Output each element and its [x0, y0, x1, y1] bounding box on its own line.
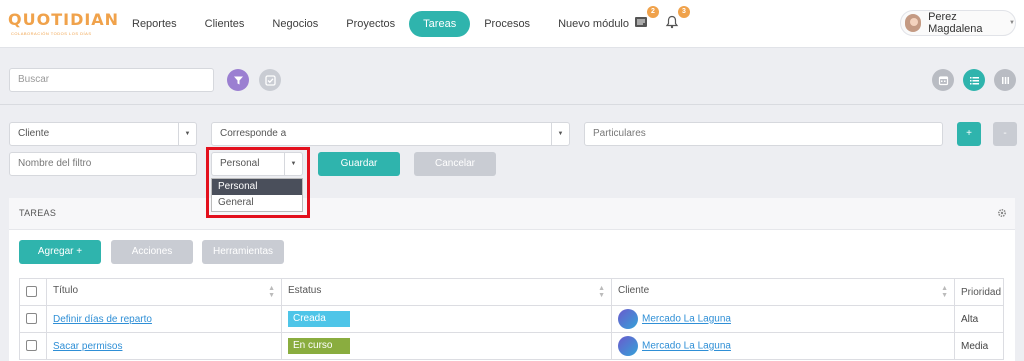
search-input[interactable]: Buscar	[9, 68, 214, 92]
tareas-table: Título ▲ ▼ Estatus ▲ ▼ Cliente ▲ ▼ Prioridad D…	[19, 278, 1004, 360]
row-checkbox[interactable]	[26, 340, 37, 352]
column-label: Título	[53, 285, 79, 296]
logo-tagline: COLABORACIÓN TODOS LOS DÍAS	[11, 31, 92, 36]
nav-procesos[interactable]: Procesos	[470, 11, 544, 37]
column-label: Estatus	[288, 285, 322, 296]
avatar	[905, 14, 922, 32]
task-link[interactable]: Sacar permisos	[53, 341, 122, 352]
chevron-down-icon: ▼	[551, 123, 569, 145]
messages-icon[interactable]: 2	[634, 6, 659, 31]
table-header-row: Título ▲ ▼ Estatus ▲ ▼ Cliente ▲ ▼ Prioridad	[19, 278, 1004, 306]
panel-title: TAREAS	[19, 208, 57, 218]
calendar-icon	[938, 75, 948, 85]
column-titulo[interactable]: Título ▲ ▼	[46, 278, 282, 306]
cliente-select[interactable]: Cliente ▼	[9, 122, 197, 146]
client-logo	[618, 336, 638, 356]
herramientas-button[interactable]: Herramientas	[202, 240, 284, 264]
row-checkbox[interactable]	[26, 313, 37, 325]
column-label: Cliente	[618, 285, 650, 296]
bell-icon[interactable]: 3	[665, 6, 690, 31]
nav-clientes[interactable]: Clientes	[191, 11, 259, 37]
logo[interactable]: QUOTIDIAN COLABORACIÓN TODOS LOS DÍAS	[8, 10, 118, 40]
main-nav: Reportes Clientes Negocios Proyectos Tar…	[118, 10, 643, 38]
corresponde-select[interactable]: Corresponde a ▼	[211, 122, 570, 146]
messages-badge: 2	[647, 6, 659, 18]
row-select-cell	[19, 305, 47, 333]
logo-text: QUOTIDIAN	[8, 10, 120, 29]
user-menu[interactable]: Perez Magdalena ▼	[900, 10, 1016, 36]
divider	[0, 104, 1024, 105]
list-view-button[interactable]	[963, 69, 985, 91]
client-link[interactable]: Mercado La Laguna	[642, 314, 731, 325]
agregar-button[interactable]: Agregar +	[19, 240, 101, 264]
client-logo	[618, 309, 638, 329]
cliente-cell: Mercado La Laguna	[611, 332, 955, 360]
status-badge: Creada	[288, 311, 350, 327]
acciones-button[interactable]: Acciones	[111, 240, 193, 264]
nav-reportes[interactable]: Reportes	[118, 11, 191, 37]
particulares-input[interactable]: Particulares	[584, 122, 943, 146]
checklist-button[interactable]	[259, 69, 281, 91]
cancelar-button[interactable]: Cancelar	[414, 152, 496, 176]
user-name: Perez Magdalena	[928, 11, 983, 35]
column-label: Prioridad	[961, 286, 1002, 298]
tareas-panel: TAREAS Agregar + Acciones Herramientas T…	[9, 198, 1015, 361]
gear-icon[interactable]	[997, 208, 1007, 221]
table-row: Sacar permisos En curso Mercado La Lagun…	[19, 332, 1004, 360]
sort-icon: ▲ ▼	[268, 285, 275, 299]
add-filter-button[interactable]: +	[957, 122, 981, 146]
client-link[interactable]: Mercado La Laguna	[642, 341, 731, 352]
columns-icon	[1001, 76, 1009, 84]
notifications-badge: 3	[678, 6, 690, 18]
search-placeholder: Buscar	[18, 74, 50, 85]
particulares-placeholder: Particulares	[593, 128, 646, 139]
top-bar: QUOTIDIAN COLABORACIÓN TODOS LOS DÍAS Re…	[0, 0, 1024, 48]
estatus-cell: En curso	[281, 332, 612, 360]
nav-negocios[interactable]: Negocios	[258, 11, 332, 37]
column-estatus[interactable]: Estatus ▲ ▼	[281, 278, 612, 306]
nav-tareas[interactable]: Tareas	[409, 11, 471, 37]
select-all-cell	[19, 278, 47, 306]
list-icon	[969, 76, 979, 84]
column-prioridad[interactable]: Prioridad	[954, 278, 1004, 306]
select-all-checkbox[interactable]	[26, 286, 37, 298]
row-select-cell	[19, 332, 47, 360]
panel-header: TAREAS	[9, 198, 1015, 230]
sort-icon: ▲ ▼	[598, 285, 605, 299]
nav-proyectos[interactable]: Proyectos	[332, 11, 409, 37]
task-link[interactable]: Definir días de reparto	[53, 314, 152, 325]
filter-button[interactable]	[227, 69, 249, 91]
calendar-view-button[interactable]	[932, 69, 954, 91]
cliente-select-value: Cliente	[18, 128, 50, 139]
chevron-down-icon: ▼	[178, 123, 196, 145]
titulo-cell: Definir días de reparto	[46, 305, 282, 333]
column-cliente[interactable]: Cliente ▲ ▼	[611, 278, 955, 306]
column-view-button[interactable]	[994, 69, 1016, 91]
corresponde-select-value: Corresponde a	[220, 128, 287, 139]
highlight-box	[206, 147, 310, 218]
filter-name-placeholder: Nombre del filtro	[18, 158, 92, 169]
status-badge: En curso	[288, 338, 350, 354]
table-row: Definir días de reparto Creada Mercado L…	[19, 305, 1004, 333]
nav-nuevo-modulo[interactable]: Nuevo módulo	[544, 11, 643, 37]
sort-icon: ▲ ▼	[941, 285, 948, 299]
checkbox-icon	[264, 74, 276, 86]
filter-name-input[interactable]: Nombre del filtro	[9, 152, 197, 176]
estatus-cell: Creada	[281, 305, 612, 333]
chevron-down-icon: ▼	[1009, 20, 1015, 26]
titulo-cell: Sacar permisos	[46, 332, 282, 360]
filter-icon	[233, 76, 243, 84]
cliente-cell: Mercado La Laguna	[611, 305, 955, 333]
guardar-button[interactable]: Guardar	[318, 152, 400, 176]
prioridad-cell: Alta	[954, 305, 1004, 333]
remove-filter-button[interactable]: -	[993, 122, 1017, 146]
prioridad-cell: Media	[954, 332, 1004, 360]
